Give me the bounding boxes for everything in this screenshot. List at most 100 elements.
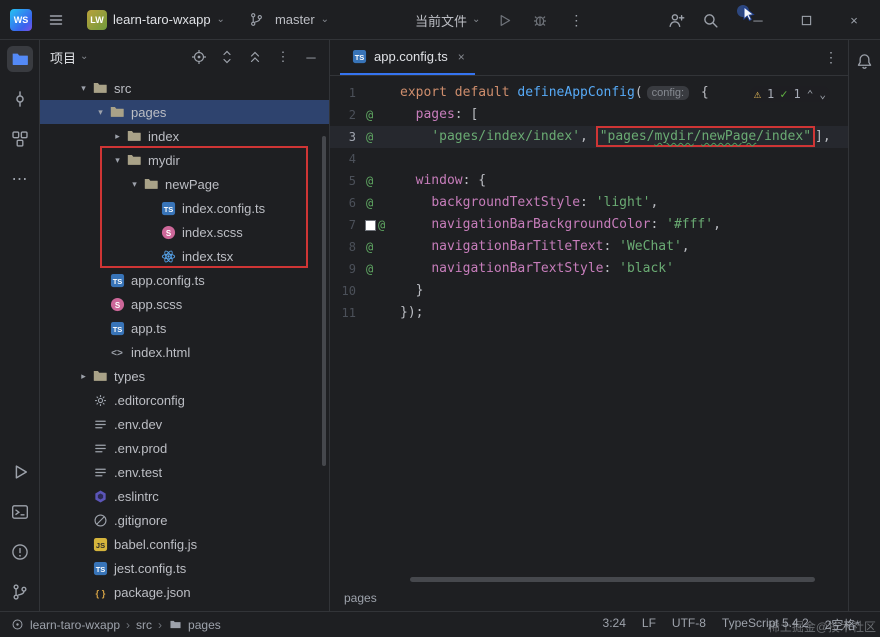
tree-item-types[interactable]: ▸ types — [40, 364, 329, 388]
editor-area: TS app.config.ts × ⋮ ⚠ 1 ✓ 1 ⌃ ⌄ 1 export… — [330, 40, 848, 611]
tree-item-index.tsx[interactable]: index.tsx — [40, 244, 329, 268]
project-selector[interactable]: LW learn-taro-wxapp ⌄ — [80, 7, 232, 33]
config-annotation-icon[interactable]: @ — [366, 175, 373, 187]
tree-item-src[interactable]: ▾ src — [40, 76, 329, 100]
status-segment[interactable]: LF — [642, 616, 656, 633]
code-line-5[interactable]: 5 @ window: { — [330, 170, 848, 192]
config-annotation-icon[interactable]: @ — [366, 263, 373, 275]
status-segment[interactable]: TypeScript 5.4.2 — [722, 616, 809, 633]
tree-item-pages[interactable]: ▾ pages — [40, 100, 329, 124]
project-scrollbar[interactable] — [322, 136, 326, 466]
more-actions-icon[interactable]: ⋮ — [564, 8, 588, 32]
breadcrumb-pages[interactable]: pages — [344, 591, 377, 605]
notifications-icon[interactable] — [852, 48, 878, 74]
tree-item-.env.prod[interactable]: .env.prod — [40, 436, 329, 460]
search-everywhere-icon[interactable] — [698, 8, 722, 32]
tree-item-.editorconfig[interactable]: .editorconfig — [40, 388, 329, 412]
tab-options-icon[interactable]: ⋮ — [824, 49, 838, 66]
chevron-right-icon[interactable]: ▸ — [76, 371, 91, 382]
config-annotation-icon[interactable]: @ — [366, 131, 373, 143]
tree-item-index.scss[interactable]: Sindex.scss — [40, 220, 329, 244]
tree-item-index.html[interactable]: <> index.html — [40, 340, 329, 364]
status-segment[interactable]: UTF-8 — [672, 616, 706, 633]
code-area[interactable]: ⚠ 1 ✓ 1 ⌃ ⌄ 1 export default defineAppCon… — [330, 76, 848, 585]
close-button[interactable]: × — [842, 8, 866, 32]
tree-item-app.scss[interactable]: Sapp.scss — [40, 292, 329, 316]
prev-problem-icon[interactable]: ⌃ — [807, 88, 814, 101]
tree-item-app.ts[interactable]: TS app.ts — [40, 316, 329, 340]
tree-item-.gitignore[interactable]: .gitignore — [40, 508, 329, 532]
collapse-all-icon[interactable] — [247, 49, 263, 65]
code-with-me-icon[interactable] — [664, 8, 688, 32]
hscrollbar-thumb[interactable] — [410, 577, 816, 582]
maximize-button[interactable] — [794, 8, 818, 32]
code-line-6[interactable]: 6 @ backgroundTextStyle: 'light', — [330, 192, 848, 214]
structure-tool-icon[interactable] — [7, 126, 33, 152]
more-tools-icon[interactable]: ⋯ — [7, 166, 33, 192]
debug-icon[interactable] — [528, 8, 552, 32]
run-configuration-selector[interactable]: 当前文件 ⌄ — [415, 11, 480, 30]
tree-item-package.json[interactable]: { } package.json — [40, 580, 329, 604]
chevron-down-icon[interactable]: ▾ — [110, 155, 125, 166]
tab-app-config-ts[interactable]: TS app.config.ts × — [340, 40, 475, 75]
tree-item-newPage[interactable]: ▾ newPage — [40, 172, 329, 196]
commit-tool-icon[interactable] — [7, 86, 33, 112]
hide-panel-icon[interactable]: ─ — [303, 49, 319, 65]
chevron-down-icon[interactable]: ▾ — [76, 83, 91, 94]
panel-title[interactable]: 项目 — [50, 48, 76, 67]
tree-item-index.config.ts[interactable]: TS index.config.ts — [40, 196, 329, 220]
code-line-2[interactable]: 2 @ pages: [ — [330, 104, 848, 126]
tree-item-mydir[interactable]: ▾ mydir — [40, 148, 329, 172]
color-swatch-icon[interactable] — [365, 219, 376, 231]
status-segment[interactable]: 3:24 — [603, 616, 626, 633]
code-line-10[interactable]: 10 } — [330, 280, 848, 302]
tree-item-.env.test[interactable]: .env.test — [40, 460, 329, 484]
close-tab-icon[interactable]: × — [458, 50, 465, 64]
code-line-8[interactable]: 8 @ navigationBarTitleText: 'WeChat', — [330, 236, 848, 258]
html-file-icon: <> — [108, 344, 126, 360]
chevron-right-icon[interactable]: ▸ — [110, 131, 125, 142]
gutter: @ — [362, 192, 392, 214]
problems-tool-icon[interactable] — [7, 539, 33, 565]
config-annotation-icon[interactable]: @ — [378, 219, 385, 231]
minimize-button[interactable]: ─ — [746, 8, 770, 32]
tree-item-index[interactable]: ▸ index — [40, 124, 329, 148]
status-path-pages[interactable]: pages — [188, 618, 221, 632]
code-line-4[interactable]: 4 — [330, 148, 848, 170]
next-problem-icon[interactable]: ⌄ — [819, 88, 826, 101]
code-line-11[interactable]: 11}); — [330, 302, 848, 324]
status-segment[interactable]: 2空格* — [825, 616, 860, 633]
expand-all-icon[interactable] — [219, 49, 235, 65]
version-control-tool-icon[interactable] — [7, 579, 33, 605]
code-line-7[interactable]: 7 @ navigationBarBackgroundColor: '#fff', — [330, 214, 848, 236]
line-number: 1 — [348, 86, 356, 100]
branch-selector[interactable]: master ⌄ — [238, 5, 336, 35]
tree-item-label: app.scss — [131, 296, 183, 312]
chevron-down-icon[interactable]: ▾ — [127, 179, 142, 190]
chevron-down-icon[interactable]: ▾ — [93, 107, 108, 118]
run-icon[interactable] — [492, 8, 516, 32]
config-annotation-icon[interactable]: @ — [366, 197, 373, 209]
terminal-tool-icon[interactable] — [7, 499, 33, 525]
breadcrumbs[interactable]: pages — [330, 585, 848, 611]
config-annotation-icon[interactable]: @ — [366, 241, 373, 253]
run-tool-icon[interactable] — [7, 459, 33, 485]
project-tool-icon[interactable] — [6, 46, 33, 72]
tree-item-babel.config.js[interactable]: JS babel.config.js — [40, 532, 329, 556]
code-line-9[interactable]: 9 @ navigationBarTextStyle: 'black' — [330, 258, 848, 280]
editor-hscrollbar[interactable] — [410, 577, 832, 582]
tree-item-.env.dev[interactable]: .env.dev — [40, 412, 329, 436]
panel-options-icon[interactable]: ⋮ — [275, 49, 291, 65]
status-path-src[interactable]: src — [136, 618, 152, 632]
tree-item-.eslintrc[interactable]: .eslintrc — [40, 484, 329, 508]
code-line-3[interactable]: 3 @ 'pages/index/index', "pages/mydir/new… — [330, 126, 848, 148]
tree-item-jest.config.ts[interactable]: TS jest.config.ts — [40, 556, 329, 580]
config-annotation-icon[interactable]: @ — [366, 109, 373, 121]
tree-item-app.config.ts[interactable]: TS app.config.ts — [40, 268, 329, 292]
inspection-widget[interactable]: ⚠ 1 ✓ 1 ⌃ ⌄ — [749, 86, 830, 102]
project-avatar: LW — [87, 9, 107, 30]
status-path-project[interactable]: learn-taro-wxapp — [30, 618, 120, 632]
main-menu-icon[interactable] — [44, 8, 68, 32]
select-opened-file-icon[interactable] — [191, 49, 207, 65]
